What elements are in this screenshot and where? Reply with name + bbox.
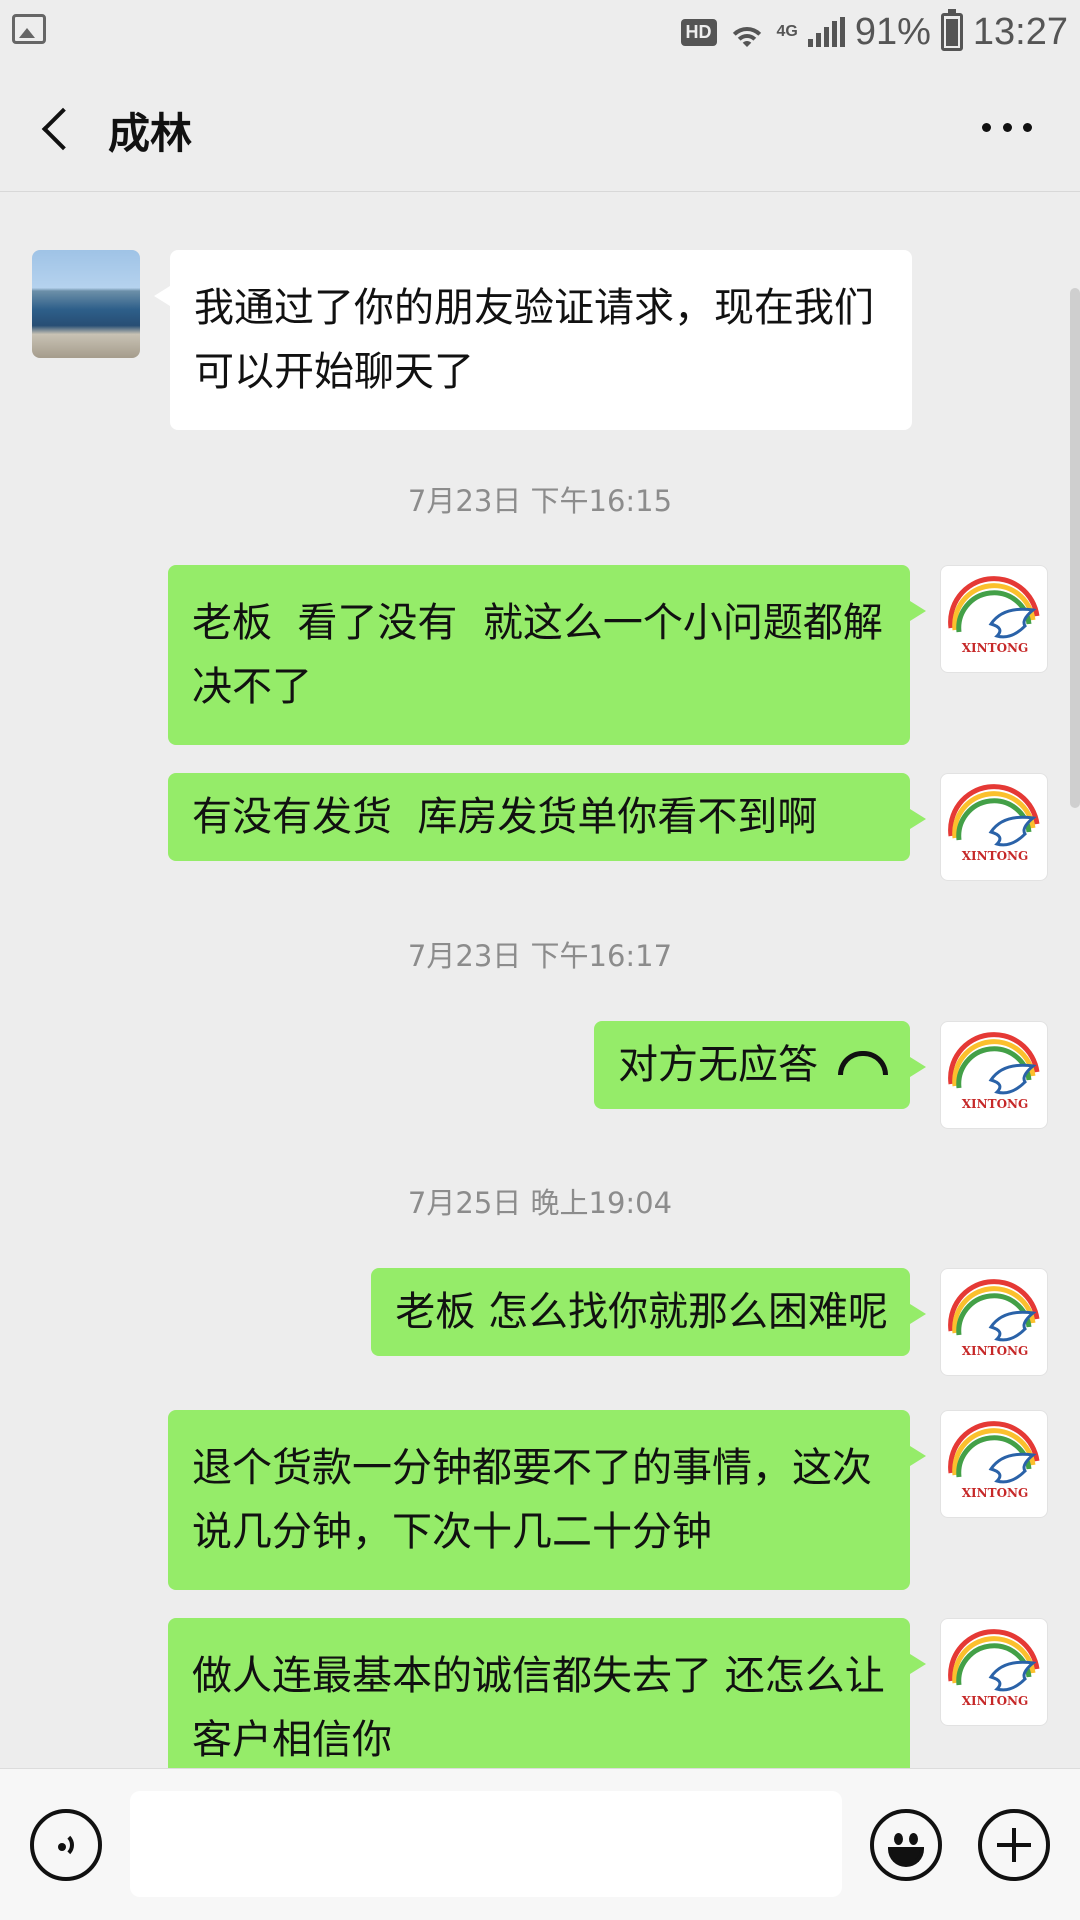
xintong-logo-icon: XINTONG (948, 784, 1040, 863)
svg-text:XINTONG: XINTONG (962, 1097, 1029, 1111)
my-avatar[interactable]: XINTONG (940, 565, 1048, 673)
chat-header: 成林 (0, 64, 1080, 192)
message-list[interactable]: 我通过了你的朋友验证请求，现在我们可以开始聊天了 7月23日 下午16:15 X… (0, 193, 1080, 1768)
status-bar: HD 4G 91% 13:27 (0, 0, 1080, 64)
message-text: 老板 看了没有 就这么一个小问题都解决不了 (192, 600, 883, 710)
gallery-notification-icon (12, 14, 46, 44)
battery-icon (940, 9, 963, 51)
xintong-logo-icon: XINTONG (948, 1279, 1040, 1358)
hangup-icon (838, 1051, 888, 1075)
input-bar (0, 1768, 1080, 1920)
svg-text:XINTONG: XINTONG (962, 641, 1029, 655)
more-options-icon[interactable] (982, 120, 1032, 134)
message-text: 做人连最基本的诚信都失去了 还怎么让客户相信你 (192, 1653, 885, 1763)
message-text: 退个货款一分钟都要不了的事情，这次说几分钟，下次十几二十分钟 (192, 1445, 872, 1555)
voice-input-button[interactable] (30, 1809, 102, 1881)
more-functions-button[interactable] (978, 1809, 1050, 1881)
xintong-logo-icon: XINTONG (948, 1629, 1040, 1708)
scrollbar[interactable] (1070, 288, 1080, 808)
message-text: 对方无应答 (618, 1042, 818, 1088)
message-text: 我通过了你的朋友验证请求，现在我们可以开始聊天了 (194, 285, 874, 395)
my-avatar[interactable]: XINTONG (940, 1268, 1048, 1376)
svg-text:XINTONG: XINTONG (962, 1344, 1029, 1358)
message-bubble[interactable]: 老板 看了没有 就这么一个小问题都解决不了 (168, 565, 926, 745)
my-avatar[interactable]: XINTONG (940, 1021, 1048, 1129)
call-record-bubble[interactable]: 对方无应答 (594, 1021, 926, 1109)
network-type-badge: 4G (776, 23, 798, 40)
message-bubble[interactable]: 我通过了你的朋友验证请求，现在我们可以开始聊天了 (154, 250, 912, 430)
hd-badge: HD (680, 18, 717, 46)
signal-icon (807, 17, 845, 47)
battery-percent: 91% (854, 10, 931, 53)
message-bubble[interactable]: 退个货款一分钟都要不了的事情，这次说几分钟，下次十几二十分钟 (168, 1410, 926, 1590)
my-avatar[interactable]: XINTONG (940, 773, 1048, 881)
my-avatar[interactable]: XINTONG (940, 1410, 1048, 1518)
emoji-icon (888, 1847, 924, 1867)
xintong-logo-icon: XINTONG (948, 576, 1040, 655)
message-bubble[interactable]: 做人连最基本的诚信都失去了 还怎么让客户相信你 (168, 1618, 926, 1768)
xintong-logo-icon: XINTONG (948, 1032, 1040, 1111)
status-indicators: HD 4G 91% 13:27 (680, 6, 1068, 58)
timestamp: 7月25日 晚上19:04 (407, 1186, 673, 1220)
message-bubble[interactable]: 有没有发货 库房发货单你看不到啊 (168, 773, 926, 861)
timestamp: 7月23日 下午16:17 (407, 939, 673, 973)
message-text: 有没有发货 库房发货单你看不到啊 (192, 794, 818, 840)
svg-text:XINTONG: XINTONG (962, 849, 1029, 863)
svg-text:XINTONG: XINTONG (962, 1486, 1029, 1500)
emoji-button[interactable] (870, 1809, 942, 1881)
contact-avatar[interactable] (32, 250, 140, 358)
message-text: 老板 怎么找你就那么困难呢 (395, 1289, 888, 1335)
xintong-logo-icon: XINTONG (948, 1421, 1040, 1500)
message-input[interactable] (130, 1791, 842, 1897)
clock: 13:27 (972, 10, 1068, 53)
message-bubble[interactable]: 老板 怎么找你就那么困难呢 (371, 1268, 926, 1356)
timestamp: 7月23日 下午16:15 (407, 484, 673, 518)
wifi-icon (726, 17, 767, 47)
chat-title: 成林 (108, 109, 193, 158)
back-icon[interactable] (36, 104, 80, 152)
svg-text:XINTONG: XINTONG (962, 1694, 1029, 1708)
my-avatar[interactable]: XINTONG (940, 1618, 1048, 1726)
